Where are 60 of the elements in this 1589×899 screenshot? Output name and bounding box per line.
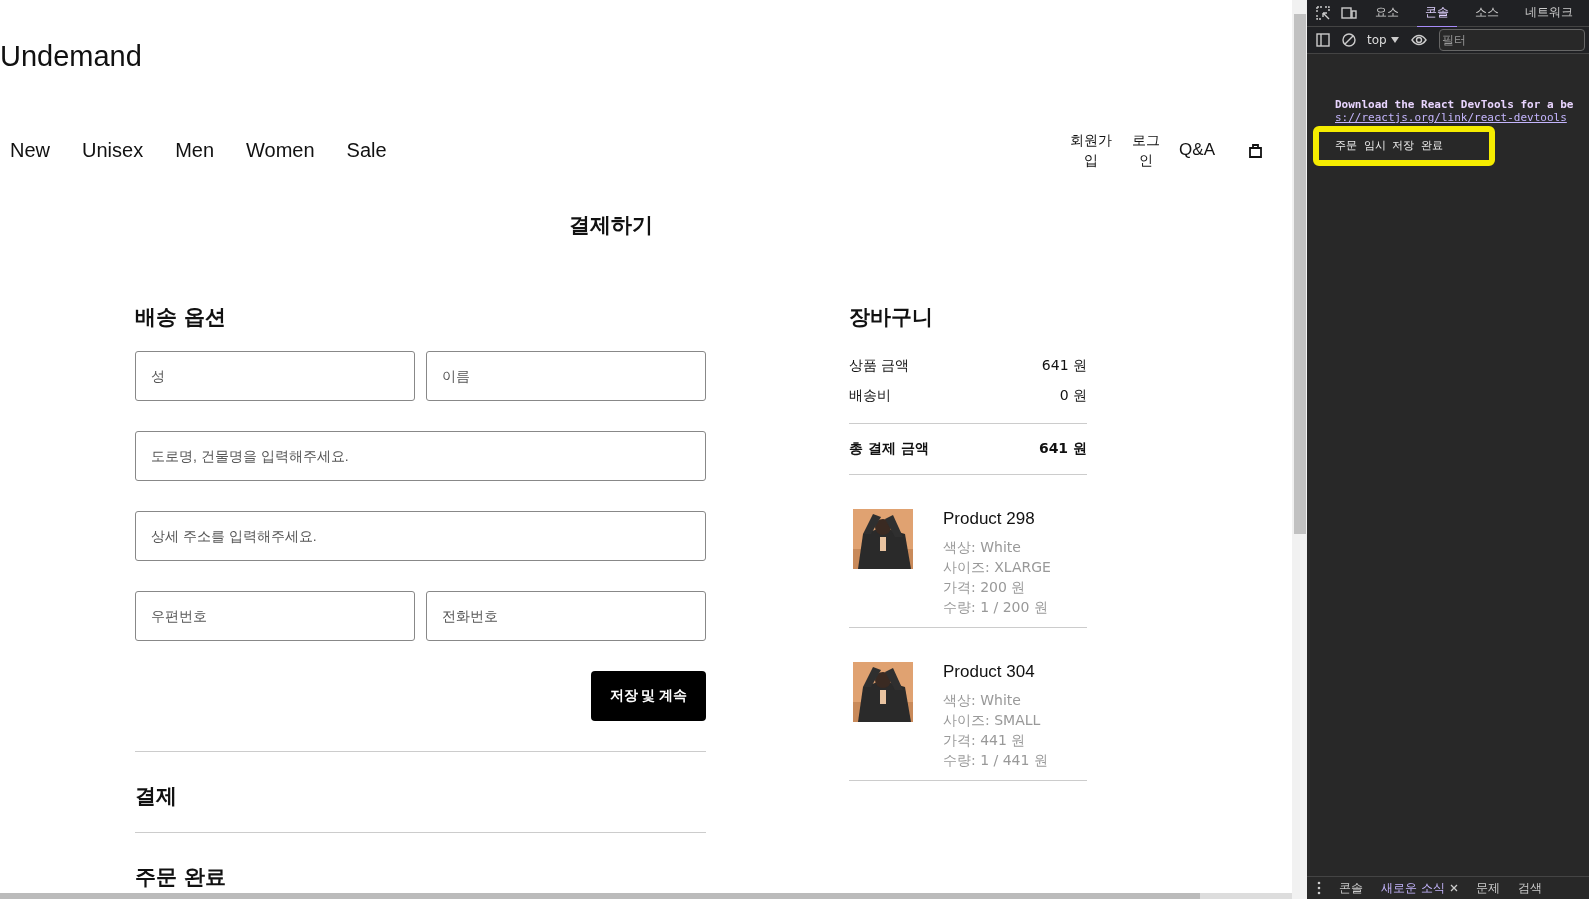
input-field[interactable]: 도로명, 건물명을 입력해주세요. <box>135 431 706 481</box>
drawer-tab[interactable]: 새로운 소식 <box>1381 879 1445 897</box>
drawer-tab[interactable]: 문제 <box>1475 879 1500 897</box>
account-link[interactable]: 회원가입 <box>1069 130 1114 170</box>
scrollbar[interactable] <box>1292 0 1307 899</box>
product-detail: 수량: 1 / 200 원 <box>943 598 1049 617</box>
drawer-tab[interactable]: 콘솔 <box>1339 879 1363 897</box>
summary-value: 641 원 <box>1038 440 1087 458</box>
more-icon[interactable] <box>1317 881 1321 895</box>
clear-icon[interactable] <box>1341 32 1357 48</box>
section-title: 배송 옵션 <box>135 304 228 331</box>
product-detail: 색상: White <box>943 538 1022 557</box>
summary-label: 배송비 <box>849 387 891 405</box>
section-title: 주문 완료 <box>135 864 228 891</box>
nav-link[interactable]: Unisex <box>82 138 144 162</box>
input-field[interactable]: 이름 <box>426 351 706 401</box>
account-link[interactable]: 로그인 <box>1131 130 1162 170</box>
devtools-tab[interactable]: 소스 <box>1467 0 1507 28</box>
product-detail: 색상: White <box>943 691 1022 710</box>
product-detail: 가격: 441 원 <box>943 731 1027 750</box>
nav-link[interactable]: Women <box>246 138 315 162</box>
devtools-tab[interactable]: 네트워크 <box>1517 0 1581 28</box>
console-link[interactable]: s://reactjs.org/link/react-devtools <box>1335 111 1589 124</box>
summary-value: 0 원 <box>1059 387 1087 405</box>
summary-label: 상품 금액 <box>849 357 910 375</box>
filter-field[interactable]: 필터 <box>1438 29 1585 51</box>
devtools-tab[interactable]: 요소 <box>1367 0 1407 28</box>
input-field[interactable]: 상세 주소를 입력해주세요. <box>135 511 706 561</box>
logo[interactable]: Undemand <box>0 0 1292 88</box>
product-detail: 수량: 1 / 441 원 <box>943 751 1048 770</box>
sidebar-icon[interactable] <box>1315 32 1331 48</box>
product-detail: 가격: 200 원 <box>943 578 1027 597</box>
input-field[interactable]: 전화번호 <box>426 591 706 641</box>
summary-label: 총 결제 금액 <box>849 440 929 458</box>
cart-title: 장바구니 <box>849 304 934 331</box>
page-title: 결제하기 <box>568 212 654 239</box>
inspect-icon[interactable] <box>1315 5 1331 21</box>
section-title: 결제 <box>135 783 178 810</box>
product-detail: 사이즈: XLARGE <box>943 558 1051 577</box>
nav-link[interactable]: Men <box>175 138 215 162</box>
console-message: 주문 임시 저장 완료 <box>1335 138 1444 153</box>
product-name: Product 298 <box>943 509 1036 529</box>
input-field[interactable]: 성 <box>135 351 415 401</box>
scrollbar[interactable] <box>0 893 1292 899</box>
product-name: Product 304 <box>943 662 1036 682</box>
nav-link[interactable]: New <box>10 138 50 162</box>
console-message: Download the React DevTools for a be <box>1335 98 1575 111</box>
summary-value: 641 원 <box>1041 357 1087 375</box>
save-button[interactable]: 저장 및 계속 <box>591 671 706 721</box>
close-icon[interactable] <box>1449 884 1458 892</box>
device-icon[interactable] <box>1341 5 1357 21</box>
product-detail: 사이즈: SMALL <box>943 711 1042 730</box>
dropdown-caret-icon[interactable] <box>1390 37 1399 43</box>
context-selector[interactable]: top <box>1367 33 1399 47</box>
nav-link[interactable]: Sale <box>346 138 387 162</box>
input-field[interactable]: 우편번호 <box>135 591 415 641</box>
account-link[interactable]: Q&A <box>1179 140 1215 160</box>
eye-icon[interactable] <box>1408 32 1429 48</box>
shopping-bag-icon[interactable] <box>1249 142 1262 158</box>
drawer-tab[interactable]: 검색 <box>1517 879 1542 897</box>
